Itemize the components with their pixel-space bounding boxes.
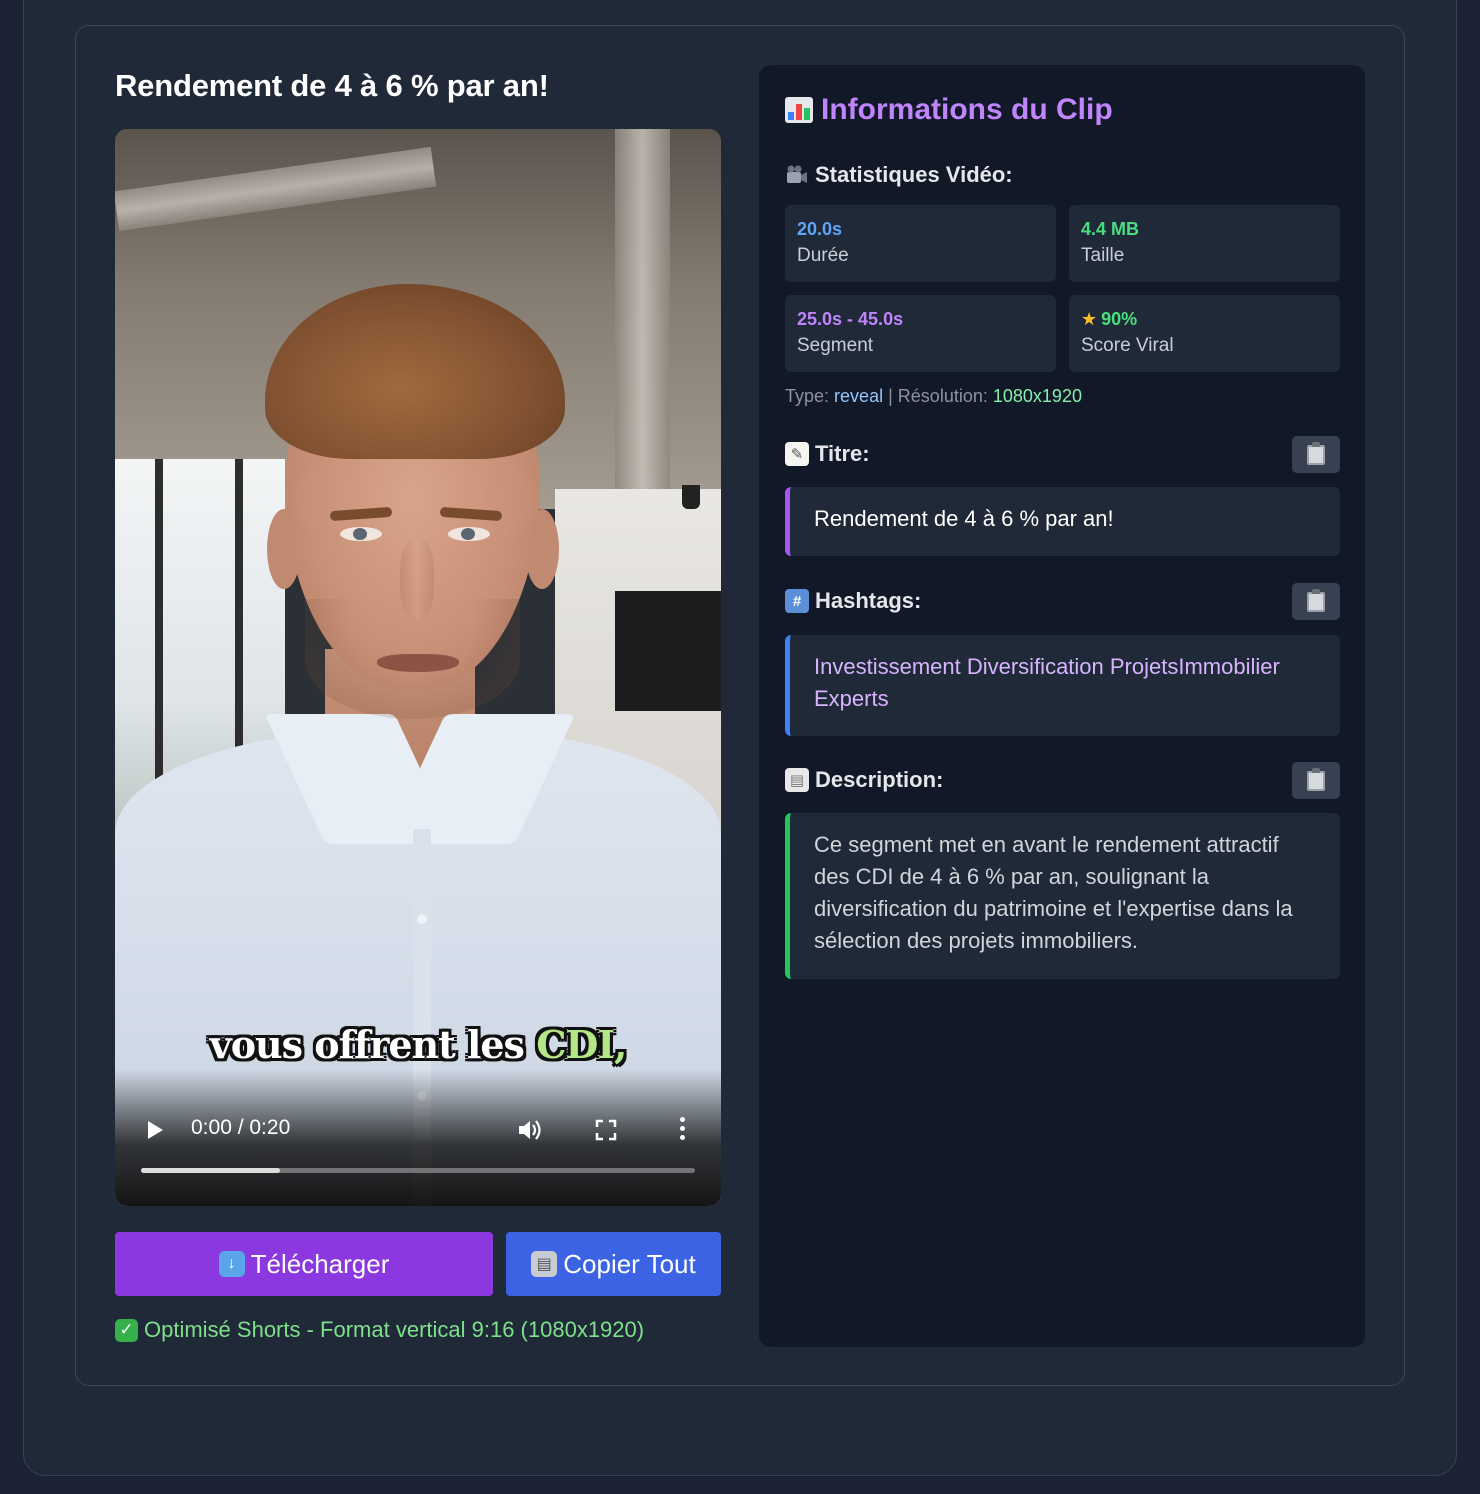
optimized-note: ✓ Optimisé Shorts - Format vertical 9:16… [115,1317,644,1343]
stat-viral-score: ★ 90% Score Viral [1069,295,1340,372]
hash-icon: # [785,589,809,613]
more-options-icon[interactable] [677,1117,687,1143]
copy-description-button[interactable] [1292,762,1340,799]
stat-value: 25.0s - 45.0s [797,309,904,329]
stat-label: Score Viral [1081,335,1174,356]
play-icon[interactable] [145,1119,165,1141]
clipboard-icon: ▤ [531,1251,558,1277]
clip-info-panel: Informations du Clip Statistiques Vidéo:… [759,65,1365,1347]
video-camera-icon [785,163,809,187]
memo-icon: ✎ [785,442,809,466]
fullscreen-icon[interactable] [595,1119,617,1141]
download-icon: ↓ [218,1251,245,1277]
clipboard-icon [1307,588,1325,612]
stats-heading: Statistiques Vidéo: [785,162,1013,188]
stat-value: 4.4 MB [1081,219,1140,239]
stat-label: Segment [797,335,874,356]
volume-icon[interactable] [515,1115,545,1145]
download-button[interactable]: ↓ Télécharger [115,1232,493,1296]
stat-size: 4.4 MB Taille [1069,205,1340,282]
title-text: Rendement de 4 à 6 % par an! [785,487,1340,556]
hashtags-heading: # Hashtags: [785,588,921,614]
time-display: 0:00 / 0:20 [191,1116,291,1139]
hashtags-text: Investissement Diversification ProjetsIm… [785,635,1340,736]
copy-hashtags-button[interactable] [1292,583,1340,620]
clip-meta-line: Type: reveal | Résolution: 1080x1920 [785,386,1082,406]
clip-type-value: reveal [834,386,884,406]
document-icon: ▤ [785,768,809,792]
video-subtitle-highlight: CDI, [536,1022,627,1067]
clip-title: Rendement de 4 à 6 % par an! [115,68,549,103]
stat-label: Durée [797,245,849,266]
video-player[interactable]: vous offrent les CDI, 0:00 / 0:20 [115,129,721,1206]
copy-title-button[interactable] [1292,436,1340,473]
stat-segment: 25.0s - 45.0s Segment [785,295,1056,372]
video-progress-fill [141,1168,280,1173]
video-progress-bar[interactable] [141,1168,695,1173]
description-text: Ce segment met en avant le rendement att… [785,813,1340,979]
description-heading: ▤ Description: [785,767,943,793]
copy-all-button[interactable]: ▤ Copier Tout [506,1232,721,1296]
stat-value: 20.0s [797,219,843,239]
stat-label: Taille [1081,245,1125,266]
bar-chart-icon [785,97,813,123]
check-icon: ✓ [115,1318,138,1342]
stat-duration: 20.0s Durée [785,205,1056,282]
clip-resolution-value: 1080x1920 [992,386,1082,406]
video-subtitle: vous offrent les CDI, [209,1022,628,1067]
clipboard-icon [1307,441,1325,465]
clipboard-icon [1307,767,1325,791]
title-heading: ✎ Titre: [785,441,870,467]
info-heading: Informations du Clip [785,93,1113,127]
star-icon: ★ [1081,309,1098,329]
stat-value: ★ 90% [1081,309,1138,329]
